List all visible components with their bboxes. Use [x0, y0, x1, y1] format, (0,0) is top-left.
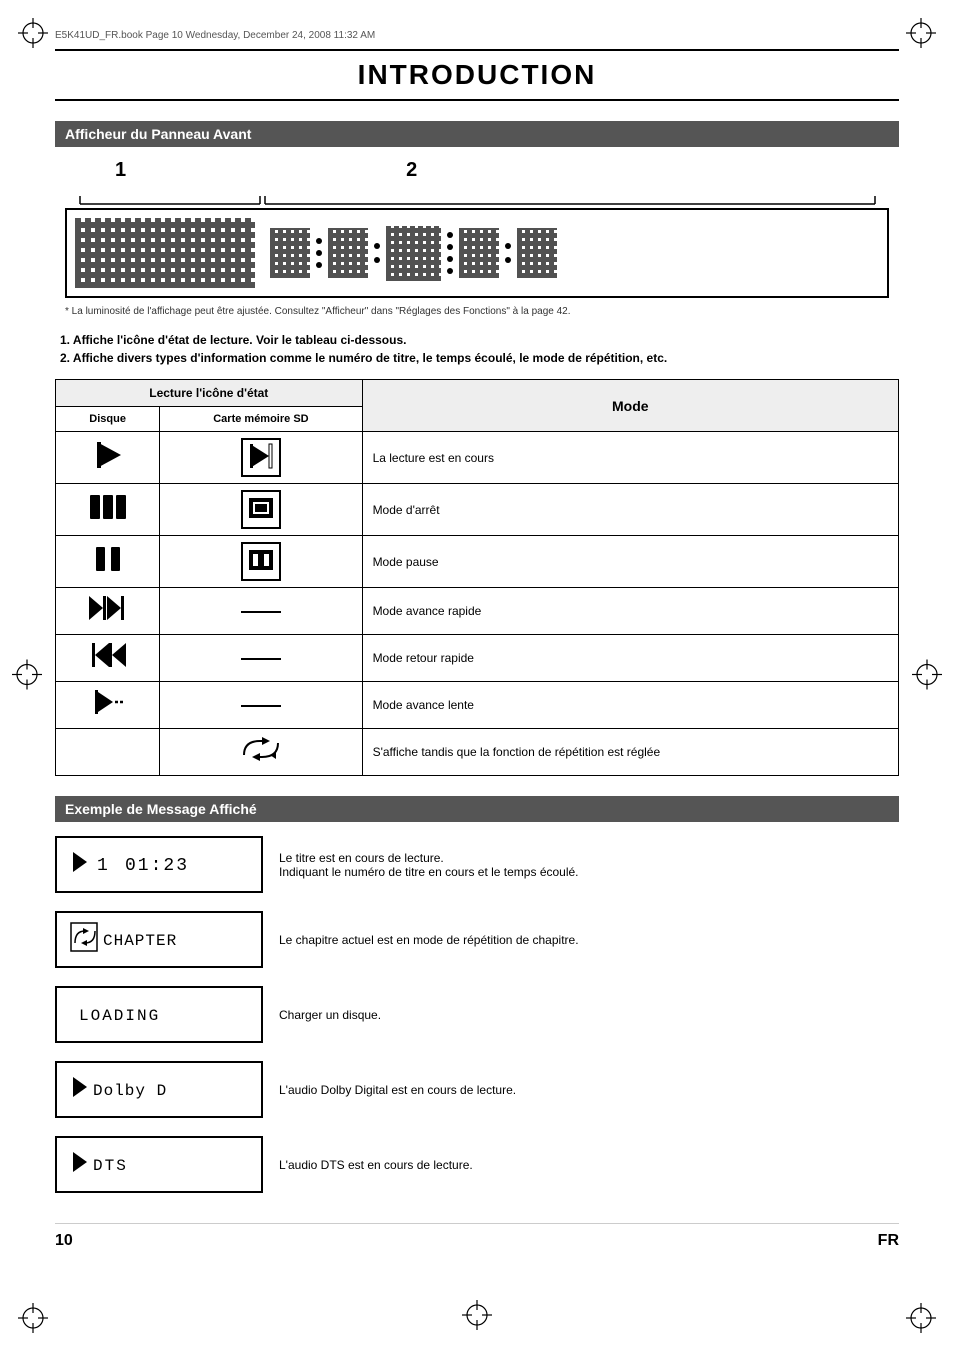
page-footer: 10 FR	[55, 1223, 899, 1250]
table-row: Mode d'arrêt	[56, 484, 899, 536]
panel-label-1: 1	[115, 159, 126, 182]
disk-icon-stop	[56, 484, 160, 536]
disk-icon-slow	[56, 682, 160, 729]
mode-playing: La lecture est en cours	[362, 432, 898, 484]
seg-dots-1	[316, 238, 322, 268]
page-number-right: FR	[878, 1232, 899, 1250]
seg-colon-2	[505, 243, 511, 263]
svg-text:LOADING: LOADING	[79, 1007, 160, 1025]
table-row: S'affiche tandis que la fonction de répé…	[56, 729, 899, 776]
panel-label-2: 2	[406, 159, 417, 182]
example-text-1: Le titre est en cours de lecture. Indiqu…	[279, 851, 899, 879]
example-display-4: Dolby D	[55, 1061, 263, 1118]
mode-stop: Mode d'arrêt	[362, 484, 898, 536]
mode-repeat: S'affiche tandis que la fonction de répé…	[362, 729, 898, 776]
disk-icon-repeat	[56, 729, 160, 776]
table-col1-header: Lecture l'icône d'état	[56, 380, 363, 407]
display-segment-left	[75, 218, 255, 288]
instruction-2: 2. Affiche divers types d'information co…	[60, 351, 899, 365]
svg-text:1: 1	[97, 856, 110, 876]
seg-block-3	[386, 226, 441, 281]
panel-bracket-svg	[65, 186, 895, 206]
table-sub-header-disk: Disque	[56, 407, 160, 432]
table-row: Mode pause	[56, 536, 899, 588]
example-display-1: 1 01:23	[55, 836, 263, 893]
svg-text:DTS: DTS	[93, 1157, 128, 1175]
seg-dots-2	[447, 232, 453, 274]
example-text-4: L'audio Dolby Digital est en cours de le…	[279, 1083, 899, 1097]
display-outer	[65, 208, 889, 298]
sd-icon-play	[160, 432, 362, 484]
display-panel-area: 1 2	[55, 159, 899, 317]
example-text-5: L'audio DTS est en cours de lecture.	[279, 1158, 899, 1172]
example-row-1: 1 01:23 Le titre est en cours de lecture…	[55, 836, 899, 893]
sd-icon-slow	[160, 682, 362, 729]
display-footnote: * La luminosité de l'affichage peut être…	[65, 306, 889, 317]
example-row-2: CHAPTER Le chapitre actuel est en mode d…	[55, 911, 899, 968]
example-display-2: CHAPTER	[55, 911, 263, 968]
example-display-5: DTS	[55, 1136, 263, 1193]
example-text-3: Charger un disque.	[279, 1008, 899, 1022]
instruction-1: 1. Affiche l'icône d'état de lecture. Vo…	[60, 333, 899, 347]
svg-text:Dolby D: Dolby D	[93, 1082, 167, 1100]
sd-icon-pause	[160, 536, 362, 588]
table-row: Mode retour rapide	[56, 635, 899, 682]
instructions: 1. Affiche l'icône d'état de lecture. Vo…	[55, 333, 899, 365]
display-segment-right	[270, 218, 879, 288]
header-meta: E5K41UD_FR.book Page 10 Wednesday, Decem…	[55, 30, 899, 41]
seg-block-5	[517, 228, 557, 278]
sd-icon-stop	[160, 484, 362, 536]
display-panel-numbers: 1 2	[115, 159, 899, 182]
sd-icon-ff	[160, 588, 362, 635]
example-row-5: DTS L'audio DTS est en cours de lecture.	[55, 1136, 899, 1193]
mode-slow: Mode avance lente	[362, 682, 898, 729]
seg-block-4	[459, 228, 499, 278]
seg-block-2	[328, 228, 368, 278]
table-row: Mode avance lente	[56, 682, 899, 729]
example-text-2: Le chapitre actuel est en mode de répéti…	[279, 933, 899, 947]
table-col2-header: Mode	[362, 380, 898, 432]
sd-icon-repeat	[160, 729, 362, 776]
section2-header: Exemple de Message Affiché	[55, 796, 899, 822]
svg-text:01:23: 01:23	[125, 856, 189, 876]
example-row-4: Dolby D L'audio Dolby Digital est en cou…	[55, 1061, 899, 1118]
sd-icon-rew	[160, 635, 362, 682]
example-row-3: LOADING Charger un disque.	[55, 986, 899, 1043]
disk-icon-ff	[56, 588, 160, 635]
seg-colon-1	[374, 243, 380, 263]
svg-text:CHAPTER: CHAPTER	[103, 932, 177, 950]
mode-ff: Mode avance rapide	[362, 588, 898, 635]
disk-icon-rew	[56, 635, 160, 682]
table-sub-header-sd: Carte mémoire SD	[160, 407, 362, 432]
page-number-left: 10	[55, 1232, 73, 1250]
table-row: La lecture est en cours	[56, 432, 899, 484]
mode-pause: Mode pause	[362, 536, 898, 588]
disk-icon-pause	[56, 536, 160, 588]
section1-header: Afficheur du Panneau Avant	[55, 121, 899, 147]
seg-block-1	[270, 228, 310, 278]
page-title: INTRODUCTION	[55, 49, 899, 101]
table-row: Mode avance rapide	[56, 588, 899, 635]
disk-icon-play	[56, 432, 160, 484]
status-table: Lecture l'icône d'état Mode Disque Carte…	[55, 379, 899, 776]
mode-rew: Mode retour rapide	[362, 635, 898, 682]
example-display-3: LOADING	[55, 986, 263, 1043]
